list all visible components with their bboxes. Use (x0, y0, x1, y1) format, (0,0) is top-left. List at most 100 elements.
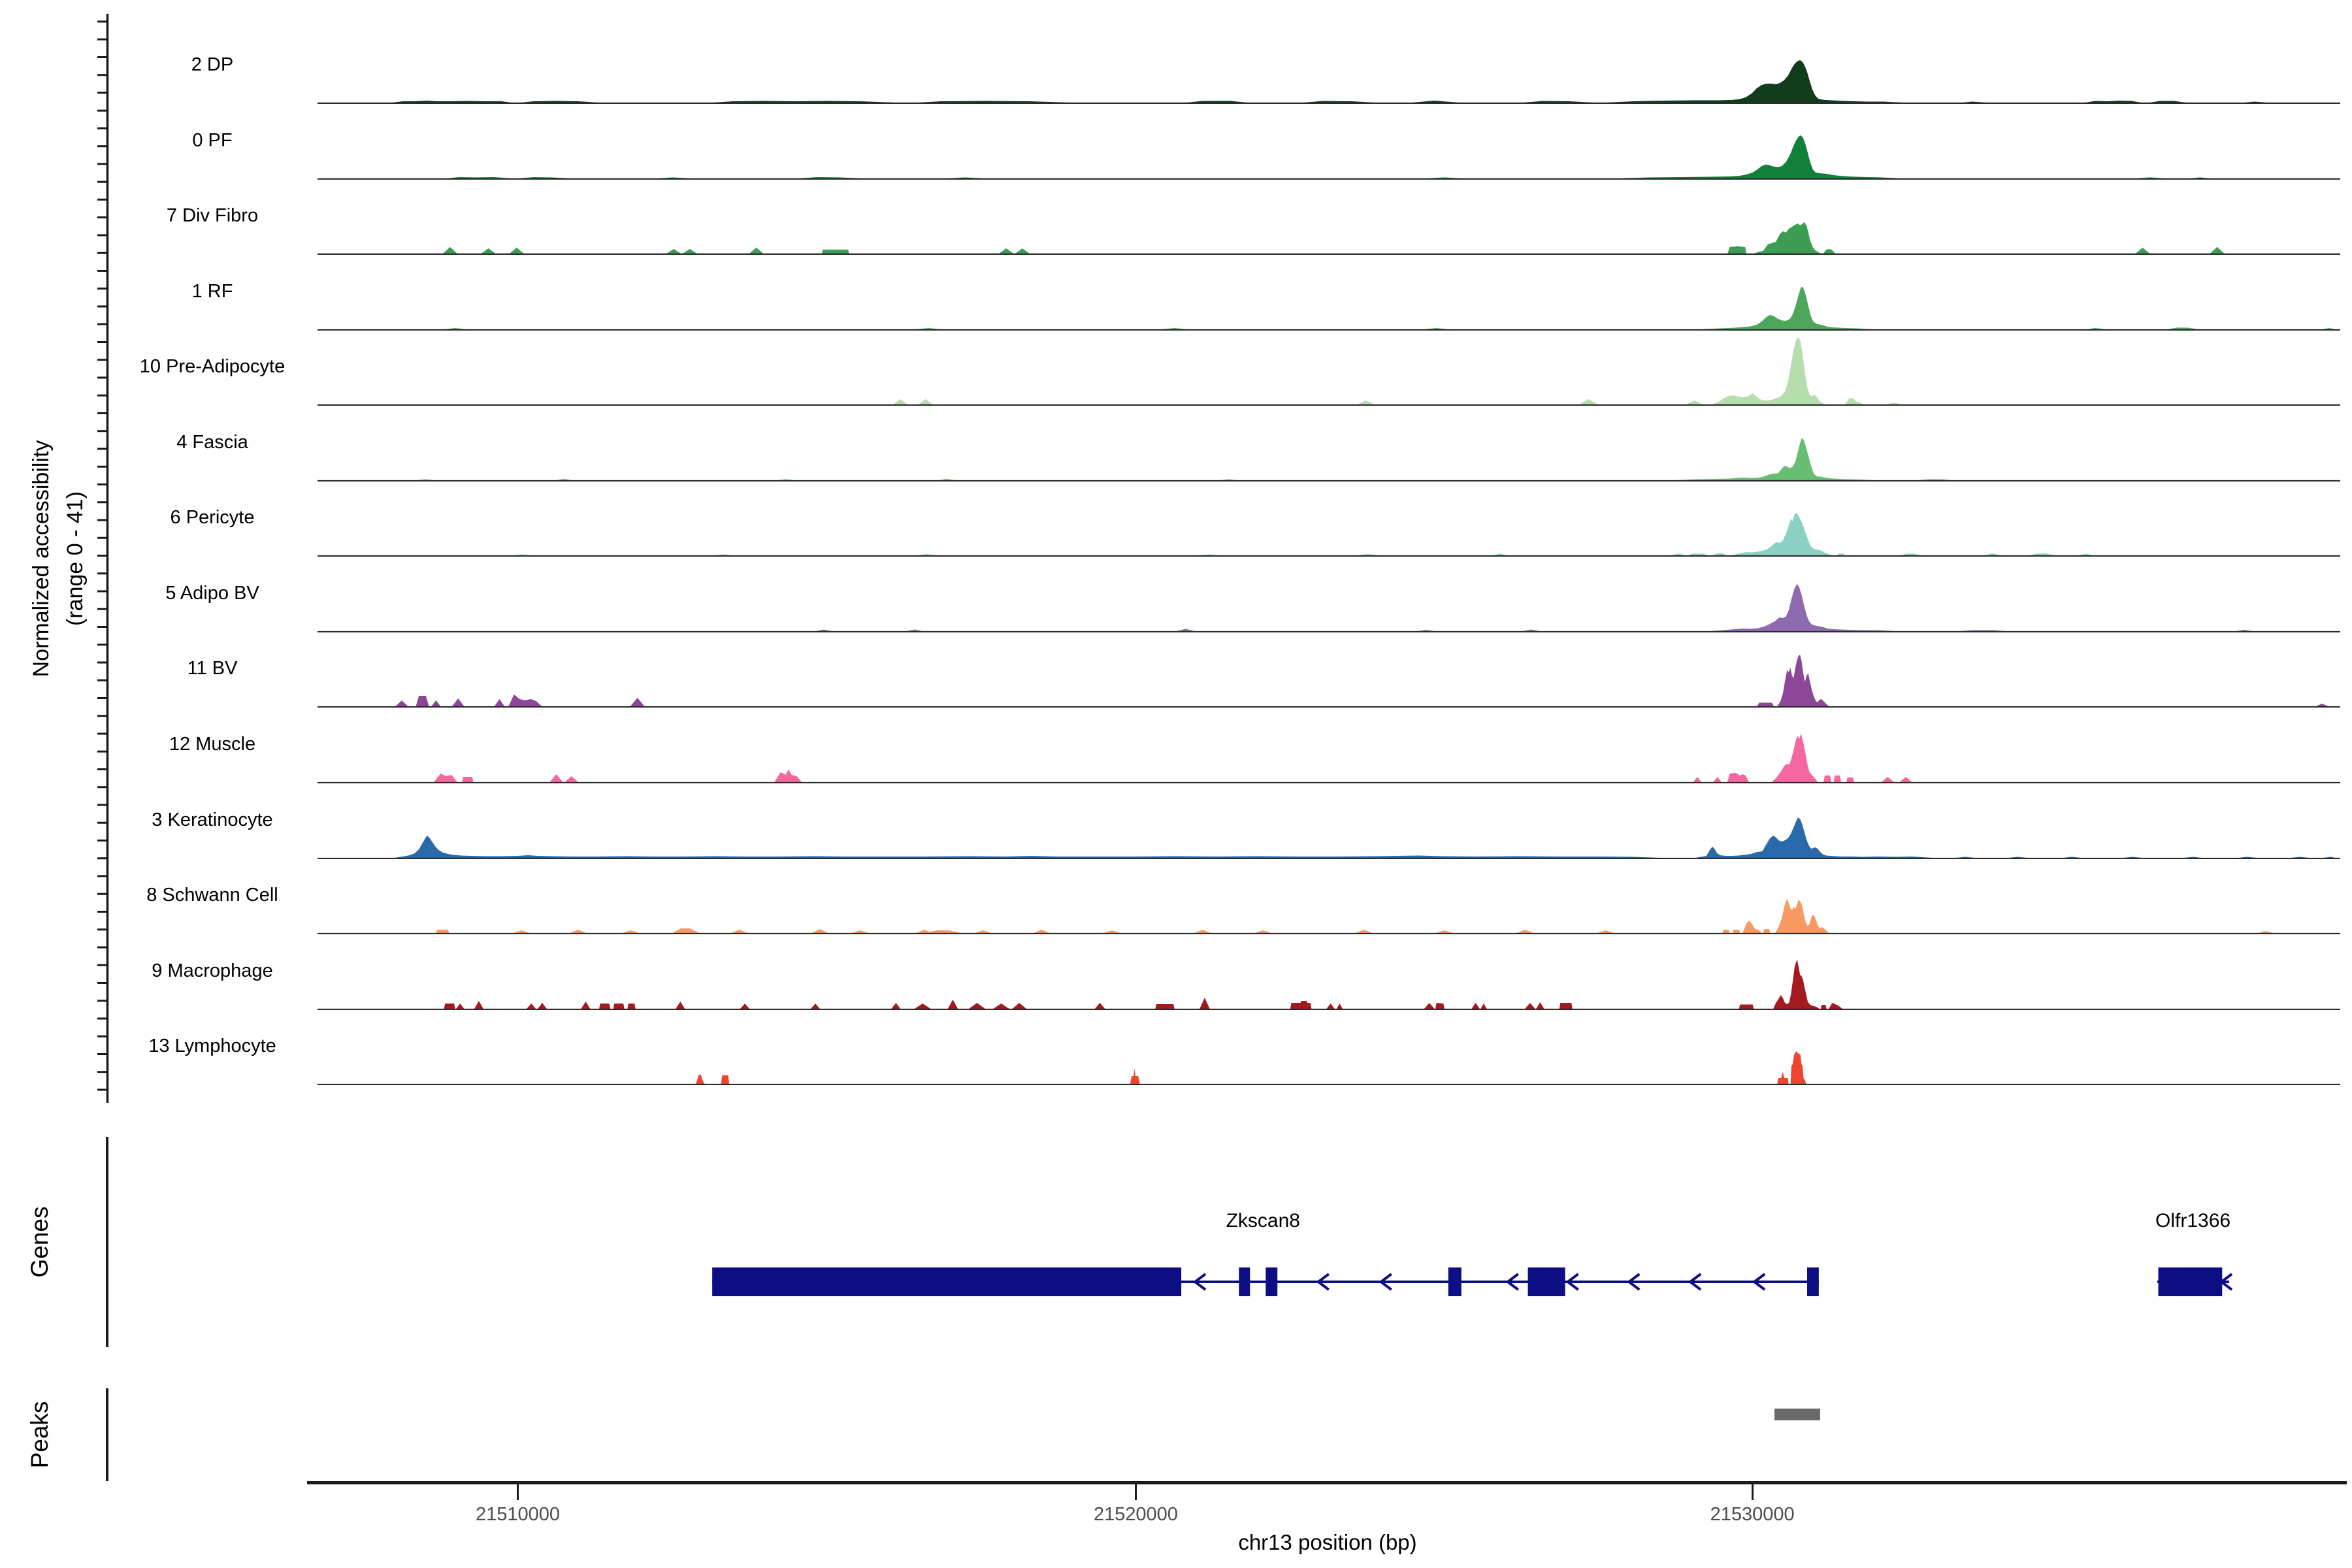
coverage-area (2184, 857, 2202, 858)
gene-name-label: Zkscan8 (1152, 1210, 1374, 1232)
coverage-area (550, 774, 563, 782)
track-signal (318, 260, 2340, 331)
coverage-area (673, 928, 699, 933)
coverage-area (1012, 1003, 1026, 1009)
coverage-area (1428, 177, 1460, 178)
coverage-area (919, 399, 933, 404)
coverage-area (852, 930, 868, 933)
coverage-area (1727, 246, 1746, 253)
coverage-area (676, 1002, 685, 1009)
coverage-area (1742, 921, 1761, 933)
coverage-area (395, 836, 1660, 858)
track-signal (318, 939, 2340, 1010)
coverage-area (1517, 930, 1533, 933)
gene-models (318, 1258, 2340, 1316)
coverage-area (462, 777, 473, 782)
coverage-area (436, 930, 449, 933)
coverage-area (2323, 857, 2336, 858)
coverage-area (939, 479, 955, 480)
coverage-area (993, 1004, 1009, 1009)
track-signal (318, 335, 2340, 406)
coverage-area (713, 101, 894, 103)
coverage-area (556, 479, 572, 480)
coverage-area (1775, 899, 1828, 933)
coverage-area (1337, 1004, 1343, 1009)
coverage-area (416, 696, 429, 706)
coverage-area (891, 1003, 900, 1009)
coverage-area (2236, 630, 2253, 631)
coverage-area (2079, 554, 2093, 556)
coverage-area (2149, 101, 2186, 103)
coverage-area (2316, 704, 2328, 706)
coverage-area (508, 694, 542, 706)
coverage-area (1731, 513, 1831, 555)
coverage-area (812, 929, 828, 933)
coverage-area (713, 555, 733, 556)
coverage-area (519, 177, 568, 178)
track-signal (318, 411, 2340, 482)
coverage-area (1829, 1003, 1842, 1009)
coverage-area (1723, 930, 1730, 933)
coverage-area (1104, 930, 1120, 933)
coverage-area (527, 1004, 536, 1009)
coverage-area (800, 177, 860, 178)
gene-exon (712, 1267, 1181, 1296)
coverage-area (1424, 1003, 1435, 1009)
coverage-area (816, 629, 832, 631)
coverage-area (1710, 584, 1896, 631)
coverage-area (1327, 1004, 1335, 1009)
coverage-area (2087, 328, 2106, 329)
coverage-area (1186, 101, 1247, 103)
x-axis-line (307, 1481, 2347, 1484)
track-signal (318, 713, 2340, 783)
coverage-area (919, 101, 1070, 103)
coverage-area (1772, 734, 1818, 782)
coverage-area (1303, 101, 1374, 103)
coverage-area (1963, 102, 1987, 103)
coverage-area (1015, 248, 1030, 253)
coverage-area (417, 479, 433, 480)
coverage-area (1200, 998, 1209, 1009)
coverage-area (1580, 399, 1598, 404)
coverage-area (514, 555, 532, 556)
coverage-area (445, 328, 465, 329)
coverage-area (1900, 777, 1912, 782)
coverage-area (811, 1004, 820, 1009)
coverage-area (1356, 930, 1372, 933)
coverage-area (659, 177, 689, 178)
coverage-area (1424, 328, 1448, 329)
gene-exon (1448, 1267, 1462, 1296)
coverage-area (1560, 1003, 1573, 1009)
y-axis-label: Normalized accessibility (range 0 - 41) (24, 3, 96, 1114)
coverage-area (1688, 554, 1707, 556)
peaks-axis-line (106, 1388, 108, 1481)
x-axis-title: chr13 position (bp) (1066, 1530, 1589, 1555)
peaks-section-label: Peaks (25, 1324, 54, 1546)
coverage-area (2291, 857, 2309, 858)
coverage-area (1155, 1004, 1174, 1009)
coverage-area (434, 774, 457, 782)
coverage-area (1777, 655, 1829, 706)
x-axis-tick (1135, 1484, 1137, 1500)
coverage-area (1777, 1072, 1788, 1084)
track-signal (318, 789, 2340, 859)
coverage-area (1418, 630, 1435, 631)
coverage-area (1597, 930, 1614, 933)
track-signal (318, 109, 2340, 180)
coverage-area (1480, 1004, 1486, 1009)
coverage-area (1620, 135, 1898, 178)
coverage-area (666, 249, 681, 253)
x-axis-tick (517, 1484, 519, 1500)
coverage-area (1195, 930, 1211, 933)
coverage-area (1437, 930, 1453, 933)
coverage-area (1536, 1002, 1544, 1009)
coverage-area (1686, 400, 1703, 404)
coverage-area (570, 930, 586, 933)
coverage-area (1918, 479, 1952, 480)
coverage-area (431, 700, 440, 706)
coverage-area (1757, 703, 1774, 707)
coverage-area (1733, 930, 1740, 933)
coverage-area (924, 930, 961, 933)
coverage-area (1846, 777, 1854, 782)
y-axis-label-line1: Normalized accessibility (24, 3, 58, 1114)
